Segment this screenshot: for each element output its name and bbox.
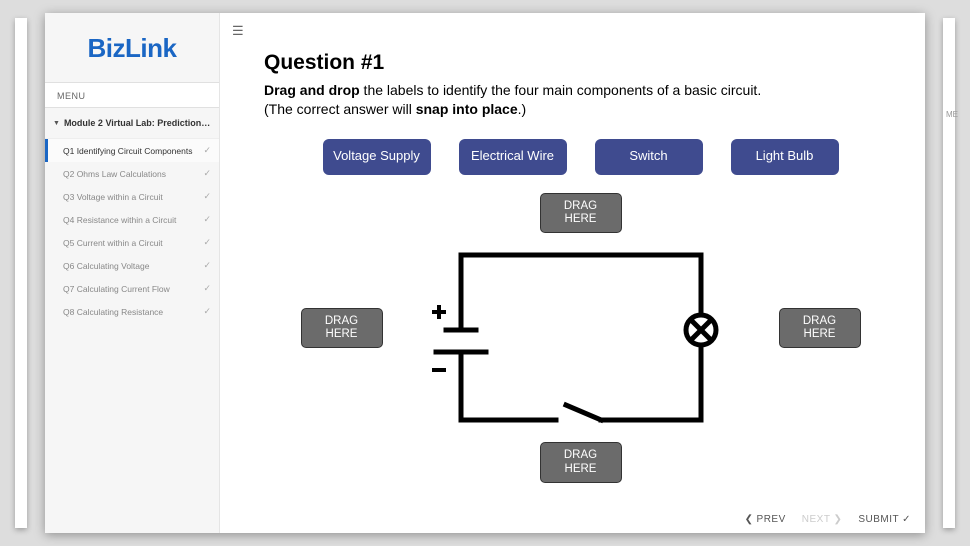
check-icon: ✓ xyxy=(203,145,211,156)
check-icon: ✓ xyxy=(203,306,211,317)
question-item-label: Q3 Voltage within a Circuit xyxy=(63,192,163,202)
dropzone-top[interactable]: DRAG HERE xyxy=(540,193,622,233)
dropzone-line1: DRAG xyxy=(564,449,597,461)
prev-button[interactable]: ❮ PREV xyxy=(745,514,786,525)
chevron-left-icon: ❮ xyxy=(745,514,754,525)
question-item-label: Q1 Identifying Circuit Components xyxy=(63,146,192,156)
instr-bold-2: snap into place xyxy=(416,101,518,117)
drag-label[interactable]: Switch xyxy=(595,139,703,175)
dropzone-line1: DRAG xyxy=(803,315,836,327)
sidebar-question-item[interactable]: Q1 Identifying Circuit Components ✓ xyxy=(45,139,219,162)
question-item-label: Q4 Resistance within a Circuit xyxy=(63,215,176,225)
instr-close-2: .) xyxy=(518,101,527,117)
prev-slide-card xyxy=(15,18,27,528)
submit-label: SUBMIT xyxy=(858,514,899,525)
content-area: ☰ Question #1 Drag and drop the labels t… xyxy=(220,13,925,533)
dropzone-right[interactable]: DRAG HERE xyxy=(779,308,861,348)
chevron-right-icon: ❯ xyxy=(833,514,842,525)
dropzone-line1: DRAG xyxy=(564,200,597,212)
dropzone-bottom[interactable]: DRAG HERE xyxy=(540,442,622,482)
caret-down-icon: ▼ xyxy=(53,120,60,127)
check-icon: ✓ xyxy=(902,514,911,525)
drag-label[interactable]: Light Bulb xyxy=(731,139,839,175)
question-item-label: Q8 Calculating Resistance xyxy=(63,307,163,317)
question-item-label: Q5 Current within a Circuit xyxy=(63,238,163,248)
next-button[interactable]: NEXT ❯ xyxy=(802,514,843,525)
question-item-label: Q6 Calculating Voltage xyxy=(63,261,149,271)
module-title: Module 2 Virtual Lab: Predictions and Ca… xyxy=(64,118,211,128)
hamburger-icon[interactable]: ☰ xyxy=(232,23,244,39)
sidebar-question-item[interactable]: Q6 Calculating Voltage ✓ xyxy=(45,254,219,277)
dropzone-line1: DRAG xyxy=(325,315,358,327)
check-icon: ✓ xyxy=(203,237,211,248)
instr-open-2: (The correct answer will xyxy=(264,101,416,117)
labels-row: Voltage Supply Electrical Wire Switch Light… xyxy=(264,139,897,175)
sidebar-question-item[interactable]: Q5 Current within a Circuit ✓ xyxy=(45,231,219,254)
dropzone-line2: HERE xyxy=(565,463,597,475)
dropzone-left[interactable]: DRAG HERE xyxy=(301,308,383,348)
instr-rest-1: the labels to identify the four main com… xyxy=(360,82,762,98)
sidebar-question-item[interactable]: Q7 Calculating Current Flow ✓ xyxy=(45,277,219,300)
footer-nav: ❮ PREV NEXT ❯ SUBMIT ✓ xyxy=(745,514,911,525)
check-icon: ✓ xyxy=(203,260,211,271)
instr-bold-1: Drag and drop xyxy=(264,82,360,98)
sidebar-question-item[interactable]: Q2 Ohms Law Calculations ✓ xyxy=(45,162,219,185)
side-menu-hint: ME xyxy=(946,110,958,119)
check-icon: ✓ xyxy=(203,191,211,202)
sidebar-question-item[interactable]: Q3 Voltage within a Circuit ✓ xyxy=(45,185,219,208)
dropzone-line2: HERE xyxy=(565,213,597,225)
sidebar: BizLink MENU ▼ Module 2 Virtual Lab: Pre… xyxy=(45,13,220,533)
main-card: BizLink MENU ▼ Module 2 Virtual Lab: Pre… xyxy=(45,13,925,533)
menu-header: MENU xyxy=(45,82,219,108)
sidebar-question-item[interactable]: Q8 Calculating Resistance ✓ xyxy=(45,300,219,323)
check-icon: ✓ xyxy=(203,283,211,294)
drag-label[interactable]: Voltage Supply xyxy=(323,139,431,175)
module-row[interactable]: ▼ Module 2 Virtual Lab: Predictions and … xyxy=(45,108,219,139)
check-icon: ✓ xyxy=(203,168,211,179)
question-item-label: Q2 Ohms Law Calculations xyxy=(63,169,166,179)
check-icon: ✓ xyxy=(203,214,211,225)
question-title: Question #1 xyxy=(264,51,897,75)
sidebar-question-item[interactable]: Q4 Resistance within a Circuit ✓ xyxy=(45,208,219,231)
prev-label: PREV xyxy=(757,514,786,525)
dropzone-line2: HERE xyxy=(804,328,836,340)
question-item-label: Q7 Calculating Current Flow xyxy=(63,284,170,294)
next-label: NEXT xyxy=(802,514,831,525)
next-slide-card: ME xyxy=(943,18,955,528)
dropzone-line2: HERE xyxy=(326,328,358,340)
diagram-area: DRAG HERE DRAG HERE DRAG HERE DRAG HERE xyxy=(301,193,861,483)
circuit-diagram xyxy=(431,235,731,445)
submit-button[interactable]: SUBMIT ✓ xyxy=(858,514,911,525)
drag-label[interactable]: Electrical Wire xyxy=(459,139,567,175)
brand-logo: BizLink xyxy=(45,13,219,82)
instructions: Drag and drop the labels to identify the… xyxy=(264,81,897,119)
